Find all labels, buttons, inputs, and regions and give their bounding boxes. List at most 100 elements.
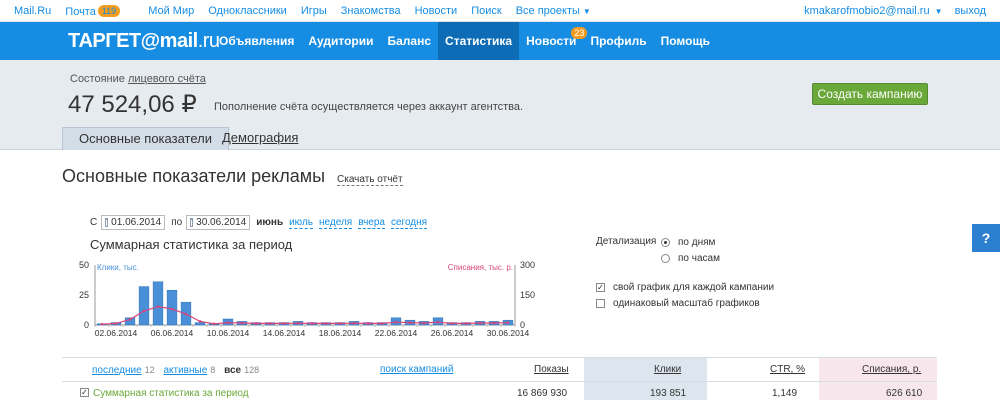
logo-at: @: [140, 30, 161, 52]
radio-by-hours-label: по часам: [678, 253, 720, 264]
page-title: Основные показатели рекламы: [62, 166, 326, 186]
portal-link-myworld[interactable]: Мой Мир: [148, 5, 194, 18]
x-tick-label: 14.06.2014: [263, 328, 306, 338]
checkbox-own-chart[interactable]: ✓ свой график для каждой кампании: [596, 282, 774, 293]
nav-ads[interactable]: Объявления: [212, 22, 301, 60]
spend-point: [464, 322, 468, 325]
spend-point: [114, 322, 118, 325]
spend-point: [184, 312, 188, 316]
same-scale-label: одинаковый масштаб графиков: [613, 298, 760, 309]
create-campaign-button[interactable]: Создать кампанию: [812, 83, 928, 105]
date-from-input[interactable]: 01.06.2014: [101, 215, 166, 230]
spend-point: [226, 321, 230, 324]
x-tick-label: 02.06.2014: [95, 328, 138, 338]
period-current: июнь: [256, 217, 284, 228]
calendar-icon[interactable]: [190, 218, 194, 227]
summary-clicks: 193 851: [650, 388, 687, 399]
column-ctr[interactable]: CTR, %: [770, 364, 805, 375]
x-tick-label: 22.06.2014: [375, 328, 418, 338]
campaign-filters: последние 12 активные 8 все 128: [92, 365, 265, 376]
x-tick-label: 26.06.2014: [431, 328, 474, 338]
period-july[interactable]: июль: [289, 217, 314, 229]
radio-by-days[interactable]: по дням: [661, 237, 715, 248]
search-campaigns-label: поиск кампаний: [380, 364, 454, 375]
spend-point: [212, 322, 216, 326]
column-impressions[interactable]: Показы: [534, 364, 569, 375]
portal-link-games[interactable]: Игры: [301, 5, 327, 18]
summary-row-label: Суммарная статистика за период: [93, 388, 249, 399]
row-checkbox[interactable]: ✓: [80, 388, 89, 397]
spend-point: [268, 322, 272, 325]
nav-balance[interactable]: Баланс: [381, 22, 439, 60]
nav-news-label: Новости: [526, 34, 577, 48]
checkmark-icon[interactable]: ✓: [596, 283, 605, 292]
column-clicks[interactable]: Клики: [654, 364, 681, 375]
column-spend[interactable]: Списания, р.: [862, 364, 921, 375]
portal-link-all-projects[interactable]: Все проекты ▼: [516, 5, 591, 18]
portal-link-mailru[interactable]: Mail.Ru: [14, 5, 51, 18]
spend-point: [422, 321, 426, 325]
checkbox-icon[interactable]: [596, 299, 605, 308]
clicks-bar: [166, 289, 178, 326]
left-tick-label: 25: [79, 290, 89, 300]
detail-label: Детализация: [596, 236, 657, 247]
period-week[interactable]: неделя: [319, 217, 353, 229]
radio-icon[interactable]: [661, 254, 670, 263]
radio-by-hours[interactable]: по часам: [661, 253, 720, 264]
period-today[interactable]: сегодня: [390, 217, 428, 229]
checkbox-same-scale[interactable]: одинаковый масштаб графиков: [596, 298, 760, 309]
summary-chart: 502503001500Клики, тыс. Списания, тыс. р.…: [79, 260, 535, 338]
date-range: С 01.06.2014 по 30.06.2014 июнь июль нед…: [90, 215, 433, 230]
table-row: ✓ Суммарная статистика за период 16 869 …: [62, 381, 937, 401]
spend-point: [492, 321, 496, 325]
chart-bars: [96, 281, 514, 326]
account-link[interactable]: лицевого счёта: [128, 73, 206, 85]
spend-point: [128, 318, 132, 321]
portal-link-mail[interactable]: Почта 119: [65, 5, 134, 18]
chart-title: Суммарная статистика за период: [90, 237, 293, 252]
logo-prefix: ТАРГЕТ: [68, 30, 141, 52]
x-tick-label: 10.06.2014: [207, 328, 250, 338]
portal-link-ok[interactable]: Одноклассники: [208, 5, 287, 18]
logo[interactable]: ТАРГЕТ@mail.ru: [68, 30, 220, 53]
recent-count: 12: [144, 365, 155, 375]
help-tab[interactable]: ?: [972, 224, 1000, 252]
nav-news[interactable]: Новости 23: [519, 22, 588, 60]
filter-all[interactable]: все: [224, 365, 241, 376]
nav-profile[interactable]: Профиль: [583, 22, 653, 60]
account-balance: 47 524,06 ₽: [68, 91, 197, 118]
all-count: 128: [244, 365, 260, 375]
spend-point: [478, 321, 482, 325]
user-email: kmakarofmobio2@mail.ru: [804, 5, 930, 17]
tab-demography[interactable]: Демография: [206, 127, 314, 150]
search-campaigns-link[interactable]: поиск кампаний: [380, 364, 453, 375]
spend-point: [198, 320, 202, 323]
filter-active[interactable]: активные: [163, 365, 207, 376]
account-state-label: Состояние лицевого счёта: [70, 73, 206, 85]
spend-point: [310, 322, 314, 325]
logout-link[interactable]: выход: [955, 5, 986, 17]
radio-selected-icon[interactable]: [661, 238, 670, 247]
nav-audiences[interactable]: Аудитории: [301, 22, 380, 60]
date-from-value: 01.06.2014: [111, 217, 162, 228]
nav-statistics[interactable]: Статистика: [438, 22, 520, 60]
nav-help[interactable]: Помощь: [654, 22, 717, 60]
chevron-down-icon: ▼: [934, 7, 943, 16]
left-axis-label: Клики, тыс.: [97, 263, 139, 272]
portal-link-news[interactable]: Новости: [415, 5, 458, 18]
spend-point: [408, 321, 412, 324]
all-projects-label: Все проекты: [515, 5, 580, 17]
x-tick-label: 06.06.2014: [151, 328, 194, 338]
date-to-input[interactable]: 30.06.2014: [186, 215, 251, 230]
main-header: ТАРГЕТ@mail.ru Объявления Аудитории Бала…: [0, 22, 1000, 60]
spend-point: [100, 322, 104, 326]
calendar-icon[interactable]: [105, 218, 109, 227]
period-yesterday[interactable]: вчера: [358, 217, 385, 229]
portal-link-dating[interactable]: Знакомства: [341, 5, 401, 18]
user-account-menu[interactable]: kmakarofmobio2@mail.ru ▼: [804, 5, 942, 17]
filter-recent[interactable]: последние: [92, 365, 142, 376]
portal-link-search[interactable]: Поиск: [471, 5, 501, 18]
mail-count-badge: 119: [97, 5, 121, 17]
download-report-link[interactable]: Скачать отчёт: [337, 174, 403, 186]
tab-main-indicators[interactable]: Основные показатели: [62, 127, 229, 150]
